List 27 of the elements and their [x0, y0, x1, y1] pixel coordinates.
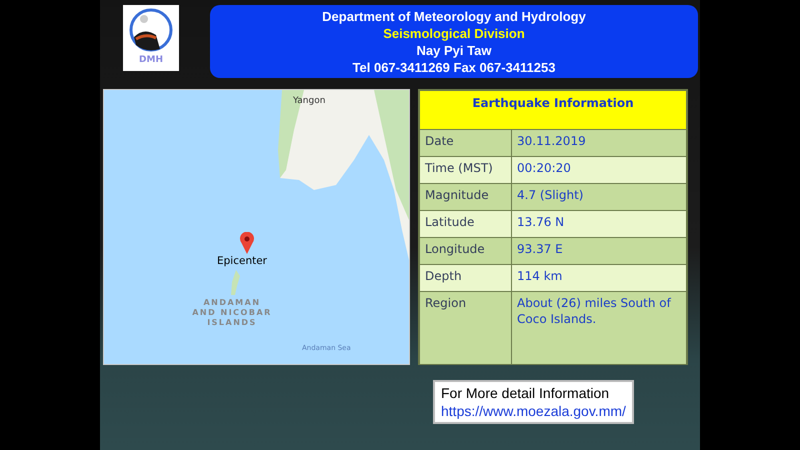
- table-title: Earthquake Information: [420, 91, 686, 129]
- row-label: Longitude: [420, 237, 512, 264]
- row-value: About (26) miles South of Coco Islands.: [512, 291, 686, 364]
- row-label: Date: [420, 129, 512, 156]
- row-label: Depth: [420, 264, 512, 291]
- island-drawing: [231, 270, 240, 295]
- header-line: Tel 067-3411269 Fax 067-3411253: [352, 58, 556, 76]
- header-line: Seismological Division: [383, 24, 525, 42]
- header-line: Nay Pyi Taw: [416, 42, 492, 58]
- row-label: Time (MST): [420, 156, 512, 183]
- region-label: ANDAMAN AND NICOBAR ISLANDS: [192, 298, 272, 328]
- city-label: Yangon: [293, 96, 326, 106]
- row-value: 93.37 E: [512, 237, 686, 264]
- row-value: 00:20:20: [512, 156, 686, 183]
- row-value: 4.7 (Slight): [512, 183, 686, 210]
- row-value: 30.11.2019: [512, 129, 686, 156]
- info-text: For More detail Information: [441, 384, 610, 402]
- row-value: 13.76 N: [512, 210, 686, 237]
- row-label: Magnitude: [420, 183, 512, 210]
- marker-label: Epicenter: [217, 255, 267, 267]
- logo-text: DMH: [139, 55, 163, 65]
- map-pin-icon: [240, 232, 254, 254]
- header-line: Department of Meteorology and Hydrology: [322, 8, 586, 24]
- row-label: Latitude: [420, 210, 512, 237]
- website-link[interactable]: https://www.moezala.gov.mm/: [441, 403, 626, 419]
- row-value: 114 km: [512, 264, 686, 291]
- row-label: Region: [420, 291, 512, 364]
